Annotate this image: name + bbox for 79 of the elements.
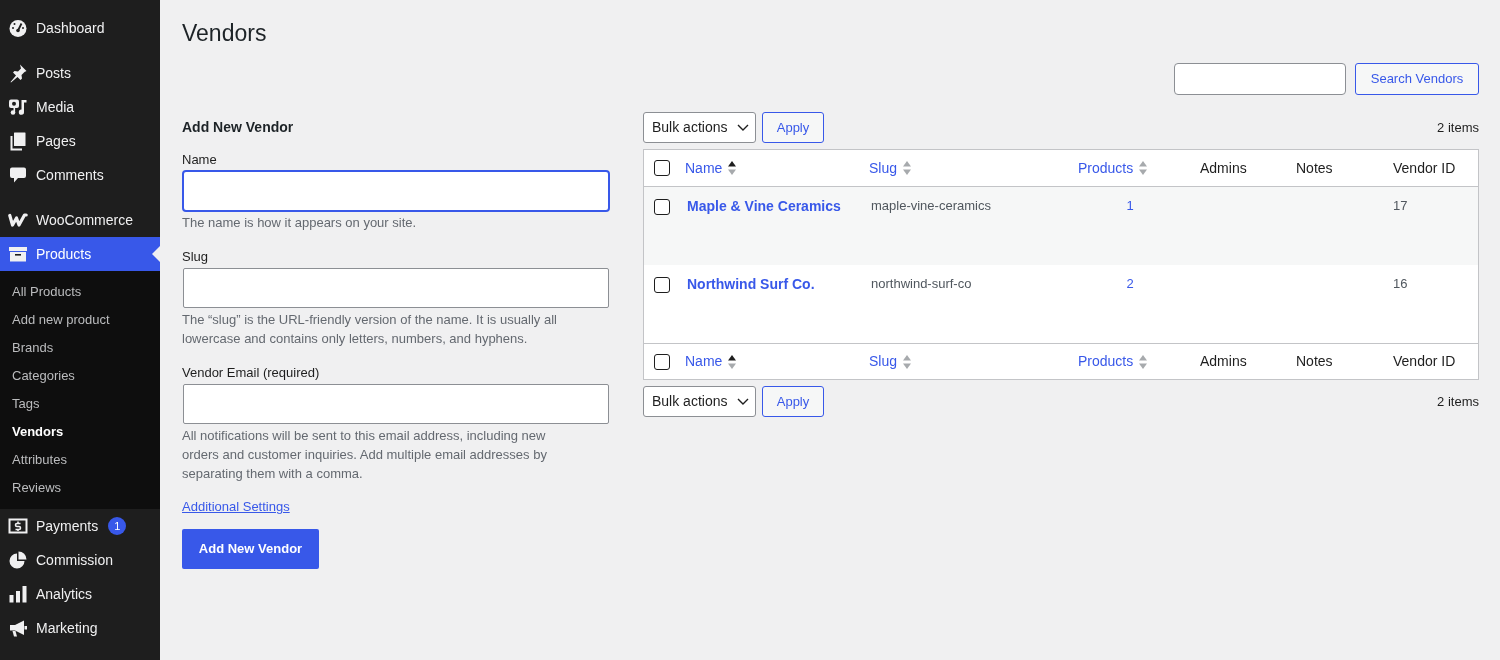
checkbox[interactable]: [654, 277, 670, 293]
sidebar-item[interactable]: Payments 1: [0, 509, 160, 543]
archive-box-icon: [8, 244, 28, 264]
gauge-icon: [8, 18, 28, 38]
bulk-actions-select[interactable]: Bulk actions: [643, 386, 756, 417]
sidebar-item[interactable]: Pages: [0, 124, 160, 158]
apply-button[interactable]: Apply: [762, 386, 824, 417]
speech-bubble-icon: [8, 165, 28, 185]
megaphone-icon: [8, 618, 28, 638]
sidebar-item[interactable]: Analytics: [0, 577, 160, 611]
media-icon: [8, 97, 28, 117]
submenu-item[interactable]: Tags: [0, 390, 160, 418]
pushpin-icon: [8, 63, 28, 83]
apply-button[interactable]: Apply: [762, 112, 824, 143]
search-field[interactable]: [1174, 63, 1346, 95]
column-header: Notes: [1296, 158, 1333, 178]
slug-text: northwind-surf-co: [871, 275, 972, 293]
field-label: Vendor Email (required): [182, 364, 320, 382]
item-count: 2 items: [1437, 392, 1479, 411]
product-count-link[interactable]: 1: [1126, 197, 1134, 215]
checkbox[interactable]: [654, 199, 670, 215]
column-header: Admins: [1200, 352, 1247, 371]
field-hint: The name is how it appears on your site.: [182, 214, 418, 232]
pages-icon: [8, 131, 28, 151]
column-sort-link[interactable]: Slug: [869, 351, 912, 372]
menu-pointer-icon: [152, 246, 160, 262]
column-header: Vendor ID: [1393, 158, 1456, 178]
column-sort-link[interactable]: Name: [685, 351, 737, 372]
page-title: Vendors: [182, 19, 267, 48]
submenu-item[interactable]: Categories: [0, 362, 160, 390]
sidebar-item[interactable]: WooCommerce: [0, 203, 160, 237]
submenu-item[interactable]: Reviews: [0, 474, 160, 502]
vendor-name-link[interactable]: Northwind Surf Co.: [687, 274, 815, 294]
submenu-item[interactable]: All Products: [0, 278, 160, 306]
vendor-name-link[interactable]: Maple & Vine Ceramics: [687, 196, 841, 216]
chevron-down-icon: [737, 124, 749, 131]
sidebar-item[interactable]: Comments: [0, 158, 160, 192]
sidebar-item[interactable]: Commission: [0, 543, 160, 577]
settings-link[interactable]: Additional Settings: [182, 498, 290, 516]
submenu-item[interactable]: Add new product: [0, 306, 160, 334]
vendor-id-text: 16: [1393, 275, 1408, 293]
product-count-link[interactable]: 2: [1126, 275, 1134, 293]
count-badge: 1: [108, 517, 127, 535]
chevron-down-icon: [737, 398, 749, 405]
column-sort-link[interactable]: Products: [1078, 351, 1148, 372]
column-header: Vendor ID: [1393, 352, 1456, 371]
sidebar-item[interactable]: Posts: [0, 56, 160, 90]
column-sort-link[interactable]: Name: [685, 157, 737, 179]
field-hint: All notifications will be sent to this email address, including new orders and customer inquiries. Add multiple email addresses by separating them with a comma.: [182, 427, 548, 483]
item-count: 2 items: [1437, 118, 1479, 137]
submenu-item[interactable]: Brands: [0, 334, 160, 362]
sidebar-item[interactable]: Dashboard: [0, 11, 160, 45]
text-field[interactable]: [183, 384, 609, 424]
column-sort-link[interactable]: Products: [1078, 157, 1148, 179]
bulk-actions-select[interactable]: Bulk actions: [643, 112, 756, 143]
field-hint: The “slug” is the URL-friendly version of the name. It is usually all lowercase and contains only letters, numbers, and hyphens.: [182, 311, 558, 348]
vendor-id-text: 17: [1393, 197, 1408, 215]
submenu-item[interactable]: Attributes: [0, 446, 160, 474]
sidebar-item[interactable]: Marketing: [0, 611, 160, 645]
pie-chart-icon: [8, 550, 28, 570]
text-field[interactable]: [182, 170, 610, 212]
dollar-bill-icon: [8, 516, 28, 536]
column-header: Admins: [1200, 158, 1247, 178]
sidebar-item[interactable]: Products: [0, 237, 160, 271]
slug-text: maple-vine-ceramics: [871, 197, 991, 215]
text-field[interactable]: [183, 268, 609, 308]
w-logo-icon: [8, 210, 28, 230]
field-label: Slug: [182, 248, 209, 266]
add-vendor-button[interactable]: Add New Vendor: [182, 529, 319, 569]
checkbox[interactable]: [654, 353, 670, 370]
form-heading: Add New Vendor: [182, 118, 294, 137]
bar-chart-icon: [8, 584, 28, 604]
field-label: Name: [182, 151, 217, 169]
sidebar-item[interactable]: Media: [0, 90, 160, 124]
column-header: Notes: [1296, 352, 1333, 371]
column-sort-link[interactable]: Slug: [869, 157, 912, 179]
submenu-item[interactable]: Vendors: [0, 418, 160, 446]
search-button[interactable]: Search Vendors: [1355, 63, 1479, 95]
checkbox[interactable]: [654, 160, 670, 176]
